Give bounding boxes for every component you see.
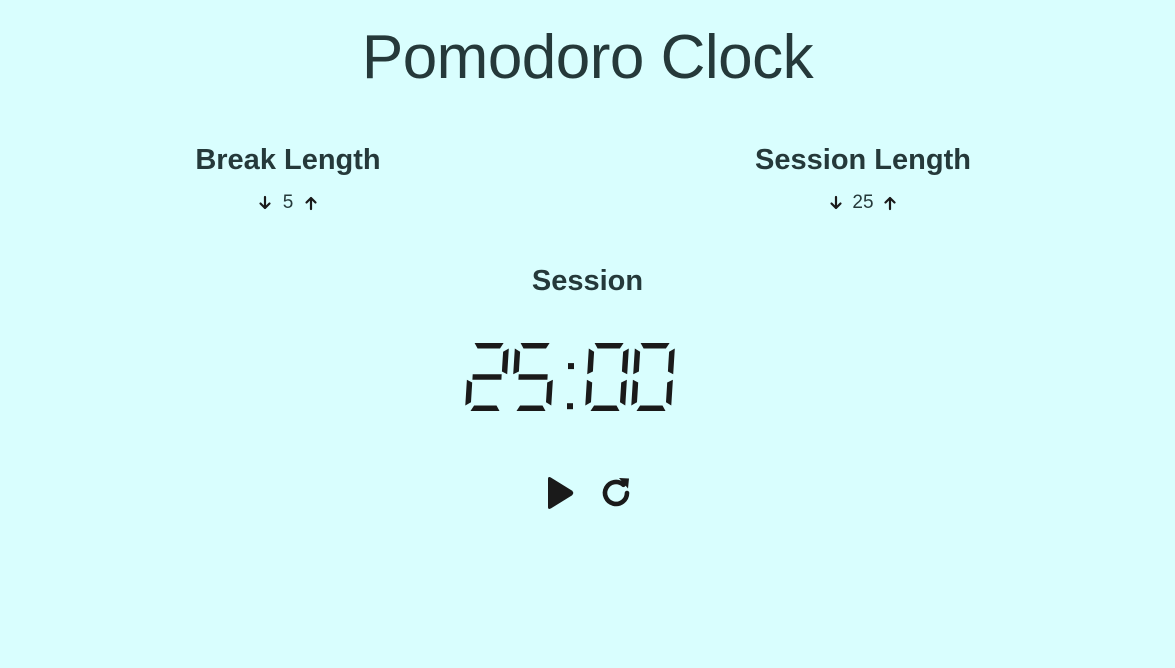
segment-g [472,374,502,380]
timer-controls [0,474,1175,512]
break-decrement-button[interactable] [257,194,273,212]
segment-e [585,379,593,406]
segment-a [520,343,550,349]
session-length-value: 25 [852,192,874,213]
colon-dot [568,363,574,370]
segment-f [513,348,521,375]
clock-digit-0 [465,343,509,411]
break-length-value: 5 [282,192,294,213]
segment-a [594,343,624,349]
page-title: Pomodoro Clock [361,23,814,92]
segment-c [666,379,673,406]
segment-c [546,379,553,406]
segment-d [470,405,500,411]
time-display: 25:00 [463,340,689,414]
clock-digit-3 [631,343,675,411]
refresh-icon [602,478,629,507]
session-decrement-button[interactable] [828,194,844,212]
segment-f [633,348,641,375]
segment-e [631,379,639,406]
reset-button[interactable] [598,474,634,512]
session-length-label: Session Length [755,144,971,176]
start-stop-button[interactable] [542,474,578,512]
session-length-controls: 25 [741,192,985,214]
segment-c [620,379,627,406]
segment-d [590,405,620,411]
segment-d [516,405,546,411]
timer-label: Session [531,265,644,297]
arrow-down-icon [830,195,843,210]
break-length-panel: Break Length 5 [188,142,388,214]
arrow-up-icon [883,196,896,211]
break-length-label: Break Length [195,144,381,176]
clock-digit-2 [585,343,629,411]
segment-a [474,343,504,349]
segment-d [636,405,666,411]
segment-b [621,348,629,375]
clock-digit-1 [513,343,553,411]
segment-b [501,348,509,375]
segment-g [518,374,548,380]
arrow-down-icon [259,195,271,210]
session-length-panel: Session Length 25 [741,142,985,214]
segment-b [667,348,675,375]
session-increment-button[interactable] [882,194,898,212]
break-length-controls: 5 [188,192,388,214]
play-icon [547,477,573,509]
break-increment-button[interactable] [303,194,319,212]
segment-e [465,379,473,406]
segment-f [587,348,595,375]
seven-segment-clock [465,343,675,411]
colon-dot [567,403,573,410]
arrow-up-icon [305,196,317,211]
segment-a [640,343,670,349]
